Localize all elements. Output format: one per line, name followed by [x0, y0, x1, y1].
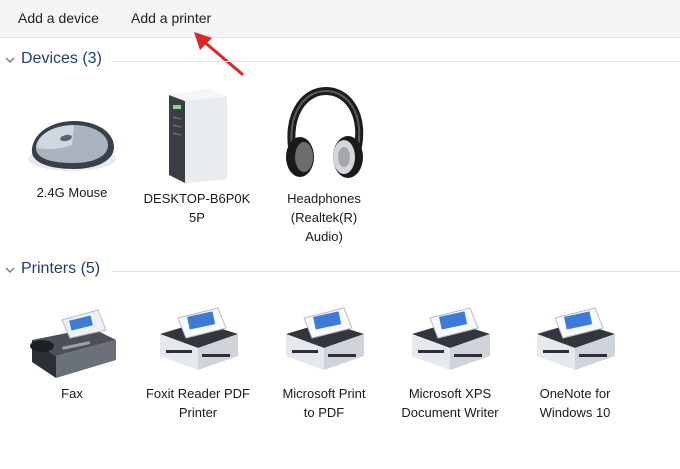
- printer-item-fax[interactable]: Fax: [12, 300, 132, 403]
- printer-icon: [160, 307, 238, 370]
- device-item-desktop[interactable]: DESKTOP-B6P0K 5P: [137, 85, 257, 227]
- device-item-headphones[interactable]: Headphones (Realtek(R) Audio): [264, 85, 384, 246]
- printers-group-title: Printers (5): [21, 260, 101, 277]
- divider: [112, 271, 680, 272]
- printers-group-header: Printers (5): [0, 260, 680, 280]
- chevron-down-icon[interactable]: [4, 264, 16, 276]
- printer-item-ms-xps[interactable]: Microsoft XPS Document Writer: [390, 300, 510, 422]
- printer-icon: [537, 307, 615, 370]
- printer-item-onenote[interactable]: OneNote for Windows 10: [515, 300, 635, 422]
- device-item-mouse[interactable]: 2.4G Mouse: [12, 105, 132, 202]
- printer-label: Microsoft XPS Document Writer: [401, 386, 499, 420]
- add-printer-button[interactable]: Add a printer: [131, 10, 211, 26]
- computer-tower-icon: [169, 89, 227, 183]
- printer-icon: [412, 307, 490, 370]
- device-label: DESKTOP-B6P0K 5P: [143, 191, 251, 225]
- chevron-down-icon[interactable]: [4, 54, 16, 66]
- printer-item-foxit[interactable]: Foxit Reader PDF Printer: [138, 300, 258, 422]
- command-bar: Add a device Add a printer: [0, 0, 680, 38]
- printer-label: Microsoft Print to PDF: [282, 386, 366, 420]
- device-label: 2.4G Mouse: [36, 185, 108, 200]
- printer-label: Fax: [61, 386, 83, 401]
- device-label: Headphones (Realtek(R) Audio): [287, 191, 361, 244]
- fax-icon: [30, 309, 116, 378]
- devices-group-title: Devices (3): [21, 50, 102, 67]
- printer-icon: [286, 307, 364, 370]
- mouse-icon: [28, 121, 116, 171]
- headphones-icon: [286, 86, 364, 178]
- devices-group-header: Devices (3): [0, 50, 680, 70]
- printer-label: OneNote for Windows 10: [539, 386, 611, 420]
- printer-item-ms-print-pdf[interactable]: Microsoft Print to PDF: [264, 300, 384, 422]
- divider: [112, 61, 680, 62]
- printer-label: Foxit Reader PDF Printer: [145, 386, 251, 420]
- add-device-button[interactable]: Add a device: [18, 10, 99, 26]
